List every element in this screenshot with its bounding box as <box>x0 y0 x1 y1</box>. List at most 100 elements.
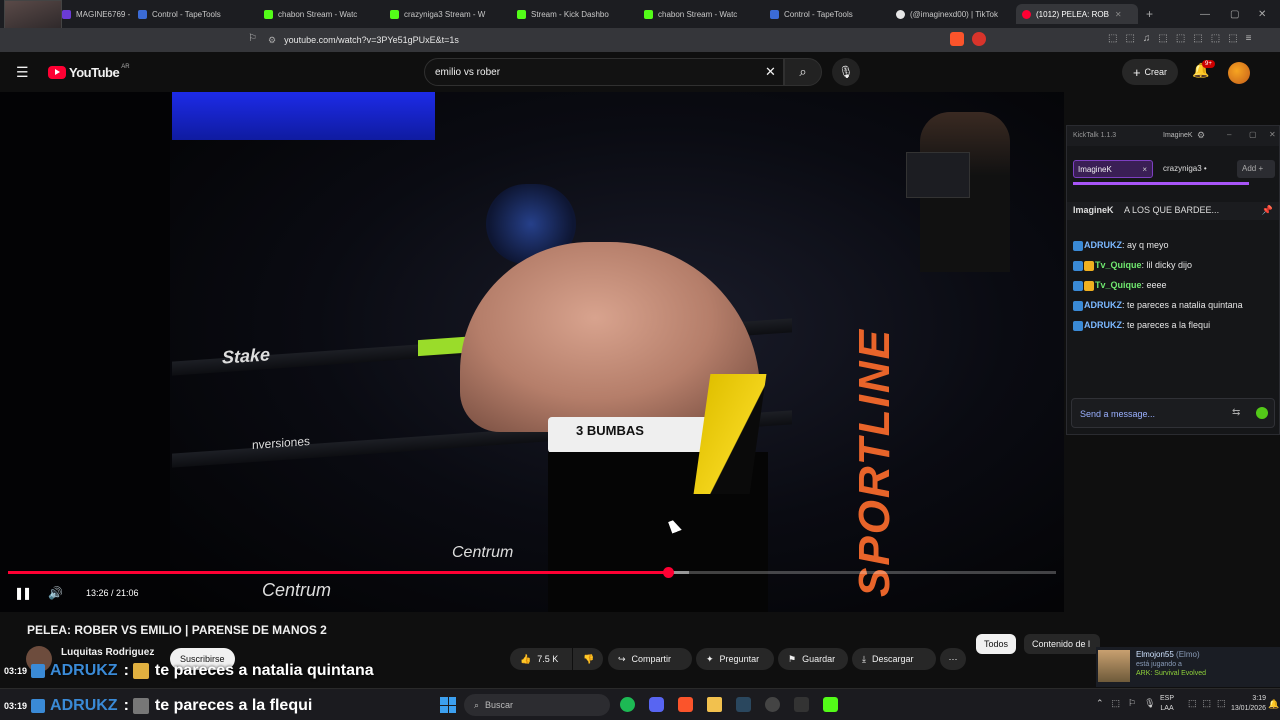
youtube-logo[interactable]: YouTube AR <box>48 64 130 80</box>
sparkle-icon: ✦ <box>706 653 714 664</box>
maximize-button[interactable]: ▢ <box>1230 4 1239 24</box>
channel-name[interactable]: Luquitas Rodriguez <box>61 647 154 658</box>
shorts-text: 3 BUMBAS <box>576 423 644 438</box>
friend-notification[interactable]: Elmojon55 (Elmo) está jugando a ARK: Sur… <box>1096 647 1280 687</box>
minimize-button[interactable]: — <box>1200 4 1210 24</box>
system-tray-icons[interactable]: ⌃⬚⚐🎙 <box>1096 698 1164 709</box>
crown-icon <box>1084 280 1094 291</box>
maximize-button[interactable]: ▢ <box>1249 130 1257 139</box>
new-tab-button[interactable]: + <box>1146 4 1153 24</box>
tiktok-icon <box>896 9 905 19</box>
steam-icon[interactable] <box>736 697 751 712</box>
chat-message[interactable]: ADRUKZ: ay q meyo <box>1067 238 1279 252</box>
voice-search-button[interactable]: 🎙 <box>832 58 860 86</box>
close-icon[interactable]: ✕ <box>1269 130 1276 139</box>
kick-icon <box>390 9 399 19</box>
tab-favicon-icon <box>138 9 147 19</box>
more-actions-button[interactable]: ⋯ <box>940 648 966 670</box>
microphone-icon: 🎙 <box>838 65 854 79</box>
chat-message[interactable]: Tv_Quique: lil dicky dijo <box>1067 258 1279 272</box>
bookmark-icon[interactable]: ⚐ <box>248 33 257 44</box>
settings-gear-icon[interactable]: ⚙ <box>1197 130 1205 141</box>
like-button[interactable]: 👍 7.5 K <box>510 648 572 670</box>
dislike-button[interactable]: 👎 <box>573 648 603 670</box>
brave-rewards-icon[interactable] <box>972 32 986 46</box>
notification-count-badge: 9+ <box>1202 60 1215 68</box>
language-indicator[interactable]: ESP LAA <box>1160 694 1174 714</box>
tab-crazyniga3[interactable]: crazyniga3 • <box>1159 160 1231 178</box>
taskbar-search[interactable]: ⌕ Buscar <box>464 694 610 716</box>
add-channel-button[interactable]: Add + <box>1237 160 1275 178</box>
browser-tab[interactable]: chabon Stream - Watc <box>264 4 382 24</box>
fighter-shorts-waistband: 3 BUMBAS <box>548 417 708 453</box>
close-tab-icon[interactable]: ✕ <box>1115 10 1122 19</box>
search-input[interactable]: emilio vs rober ✕ <box>424 58 784 86</box>
sponsor-logo: Centrum <box>452 544 514 561</box>
app-icon[interactable] <box>794 697 809 712</box>
site-info-icon[interactable]: ⚙ <box>268 35 276 46</box>
windows-start-icon[interactable] <box>440 697 456 713</box>
thumbs-down-icon: 👎 <box>583 653 595 664</box>
chat-input[interactable]: Send a message... ⇆ <box>1071 398 1275 428</box>
tab-imaginek[interactable]: ImagineK × <box>1073 160 1153 178</box>
sponsor-logo: Stake <box>222 344 271 368</box>
kicktalk-icon[interactable] <box>823 697 838 712</box>
browser-tab[interactable]: Control - TapeTools <box>770 4 888 24</box>
network-volume-icons[interactable]: ⬚⬚⬚ <box>1188 698 1232 709</box>
menu-icon[interactable]: ☰ <box>16 64 29 81</box>
extensions-toolbar[interactable]: ⬚⬚♫⬚⬚⬚⬚⬚≡ <box>1108 33 1259 44</box>
kick-icon <box>644 9 653 19</box>
brave-icon[interactable] <box>678 697 693 712</box>
create-button[interactable]: + Crear <box>1122 59 1178 85</box>
pause-button[interactable]: ❚❚ <box>14 586 32 600</box>
browser-tab[interactable]: (@imaginexd00) | TikTok <box>896 4 1014 24</box>
video-player[interactable]: Stake nversiones 3 BUMBAS SPORTLINE Cent… <box>0 92 1064 612</box>
notifications-icon[interactable]: 🔔 <box>1268 699 1279 710</box>
close-tab-icon[interactable]: × <box>1142 165 1147 174</box>
bookmark-icon: ⚑ <box>788 653 797 664</box>
url-field[interactable]: ⚙ youtube.com/watch?v=3PYe51gPUxE&t=1s <box>268 32 988 48</box>
clock[interactable]: 3:19 13/01/2026 <box>1226 694 1266 714</box>
browser-tab[interactable]: Control - TapeTools <box>138 4 256 24</box>
file-explorer-icon[interactable] <box>707 697 722 712</box>
discord-icon[interactable] <box>649 697 664 712</box>
badge-icon <box>31 699 46 713</box>
brave-shield-icon[interactable] <box>950 32 964 46</box>
progress-fill <box>8 571 669 574</box>
progress-bar[interactable] <box>8 567 1056 578</box>
chat-message[interactable]: Tv_Quique: eeee <box>1067 278 1279 292</box>
emote-icon <box>132 698 149 714</box>
emote-icon[interactable] <box>1256 407 1268 419</box>
crown-icon <box>1084 260 1094 271</box>
pinned-message[interactable]: ImagineK A LOS QUE BARDEE... 📌 <box>1067 202 1279 220</box>
download-button[interactable]: ⤓ Descargar <box>852 648 936 670</box>
obs-icon[interactable] <box>765 697 780 712</box>
kicktalk-window: KickTalk 1.1.3 ImagineK ⚙ – ▢ ✕ ImagineK… <box>1066 125 1280 435</box>
chip-all[interactable]: Todos <box>976 634 1017 654</box>
clear-search-icon[interactable]: ✕ <box>765 64 776 80</box>
volume-icon[interactable]: 🔊 <box>48 586 63 600</box>
browser-tab[interactable]: Stream - Kick Dashbo <box>517 4 635 24</box>
windows-taskbar: 03:19 ADRUKZ : te pareces a la flequi ⌕ B… <box>0 688 1280 720</box>
ask-button[interactable]: ✦ Preguntar <box>696 648 774 670</box>
browser-tab[interactable]: chabon Stream - Watc <box>644 4 762 24</box>
badge-icon <box>1073 300 1083 311</box>
translate-icon[interactable]: ⇆ <box>1232 407 1240 418</box>
share-button[interactable]: ↪ Compartir <box>608 648 692 670</box>
chip-content[interactable]: Contenido de l <box>1024 634 1100 654</box>
chat-message[interactable]: ADRUKZ: te pareces a natalia quintana <box>1067 298 1279 312</box>
browser-tab-active[interactable]: (1012) PELEA: ROB ✕ <box>1016 4 1138 24</box>
chat-message[interactable]: ADRUKZ: te pareces a la flequi <box>1067 318 1279 332</box>
avatar[interactable] <box>1228 62 1250 84</box>
search-button[interactable]: ⌕ <box>784 58 822 86</box>
browser-tab[interactable]: crazyniga3 Stream - W <box>390 4 508 24</box>
browser-tab[interactable]: MAGINE6769 - T <box>62 4 132 24</box>
window-close-button[interactable]: ✕ <box>1258 4 1266 24</box>
minimize-button[interactable]: – <box>1227 130 1231 139</box>
emote-icon <box>132 663 149 679</box>
kick-icon <box>264 9 273 19</box>
spotify-icon[interactable] <box>620 697 635 712</box>
badge-icon <box>31 664 46 678</box>
pin-icon[interactable]: 📌 <box>1262 205 1273 216</box>
save-button[interactable]: ⚑ Guardar <box>778 648 848 670</box>
